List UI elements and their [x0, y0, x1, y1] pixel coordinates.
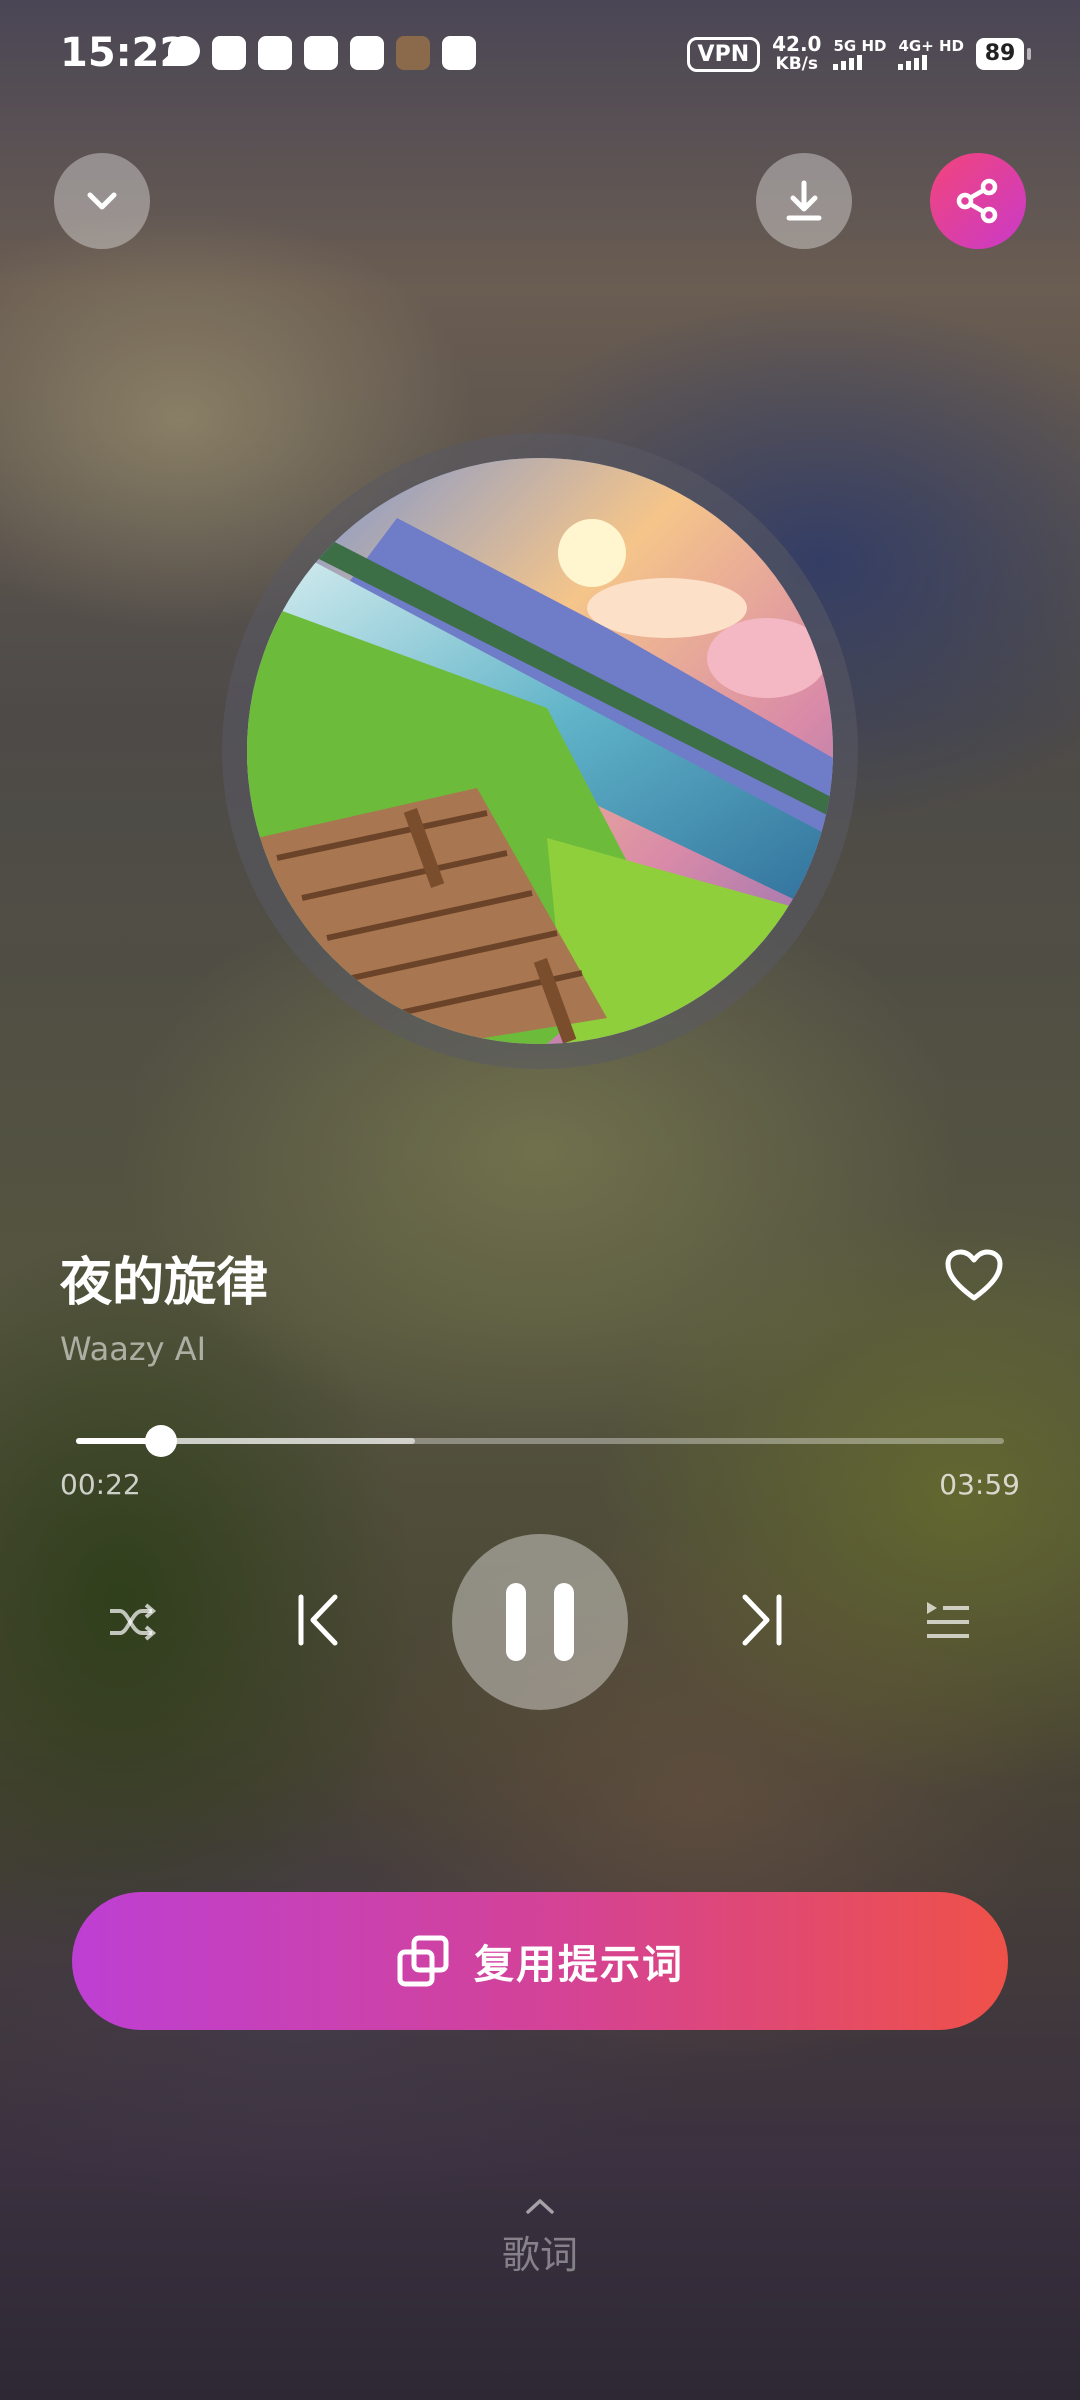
app-notification-icon [350, 36, 384, 70]
reuse-prompt-label: 复用提示词 [474, 1942, 684, 1988]
battery-icon: 89 [976, 38, 1031, 70]
playlist-button[interactable] [912, 1592, 984, 1652]
lyrics-label: 歌词 [501, 2233, 578, 2277]
artist-name: Waazy AI [60, 1330, 207, 1368]
chat-notification-icon [168, 36, 200, 66]
sim2-signal: 4G+ HD [898, 38, 964, 70]
pause-icon [492, 1583, 588, 1661]
song-title: 夜的旋律 [60, 1253, 269, 1313]
share-icon [956, 178, 998, 224]
collapse-button[interactable] [54, 153, 150, 249]
album-disc [222, 433, 858, 1069]
signal-bars-icon [898, 54, 964, 70]
alipay-notification-icon [442, 36, 476, 70]
shuffle-icon [110, 1603, 157, 1641]
net-speed: 42.0 KB/s [772, 32, 822, 74]
previous-button[interactable] [282, 1588, 354, 1652]
playlist-icon [927, 1602, 969, 1638]
vpn-badge: VPN [686, 36, 761, 72]
sim1-signal: 5G HD [833, 38, 886, 70]
total-time: 03:59 [939, 1468, 1020, 1501]
next-icon [742, 1594, 782, 1646]
copy-icon [397, 1935, 449, 1987]
signal-bars-icon [833, 54, 886, 70]
status-bar: 15:22 VPN 42.0 KB/s 5G HD 4G+ HD 89 [0, 0, 1080, 110]
chevron-up-icon [526, 2199, 554, 2214]
next-button[interactable] [726, 1588, 798, 1652]
landscape-artwork-image [247, 458, 833, 1044]
lyrics-toggle[interactable]: 歌词 [0, 2196, 1080, 2279]
pause-button[interactable] [452, 1534, 628, 1710]
reuse-prompt-button[interactable]: 复用提示词 [72, 1892, 1008, 2030]
chevron-down-icon [87, 192, 117, 210]
shuffle-button[interactable] [96, 1592, 168, 1652]
favorite-button[interactable] [944, 1248, 1004, 1304]
blurred-background [0, 0, 1080, 2400]
album-artwork [247, 458, 833, 1044]
download-icon [786, 180, 822, 221]
download-button[interactable] [756, 153, 852, 249]
app-notification-icon [212, 36, 246, 70]
notification-icons [168, 36, 476, 70]
progress-bar[interactable] [76, 1425, 1004, 1457]
bus-notification-icon [304, 36, 338, 70]
elapsed-time: 00:22 [60, 1468, 141, 1501]
news-notification-icon [258, 36, 292, 70]
previous-icon [298, 1594, 338, 1646]
game-notification-icon [396, 36, 430, 70]
share-button[interactable] [930, 153, 1026, 249]
system-status: VPN 42.0 KB/s 5G HD 4G+ HD 89 [686, 32, 1031, 74]
heart-icon [945, 1249, 1003, 1301]
